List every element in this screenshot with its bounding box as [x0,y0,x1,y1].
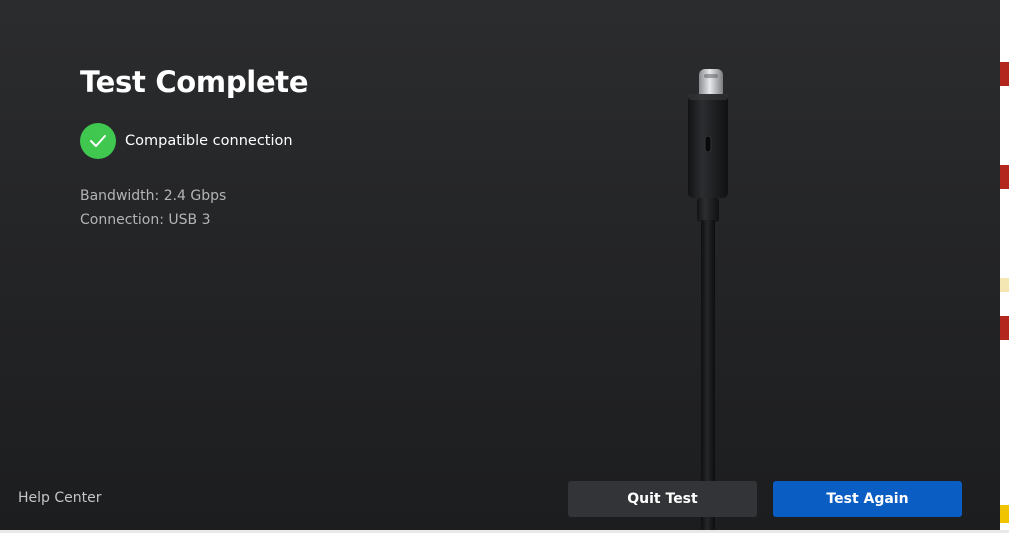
background-window [1000,0,1009,533]
page-title: Test Complete [80,65,309,99]
test-complete-dialog: Test Complete Compatible connection Band… [0,0,1000,530]
check-circle-icon [80,123,116,159]
compatibility-status: Compatible connection [80,123,293,159]
status-label: Compatible connection [125,133,293,149]
bandwidth-value: Bandwidth: 2.4 Gbps [80,188,227,204]
background-red-band [1000,62,1009,86]
connection-type-value: Connection: USB 3 [80,212,211,228]
help-center-link[interactable]: Help Center [18,490,102,506]
quit-test-button[interactable]: Quit Test [568,481,757,517]
background-highlight [1000,278,1009,292]
background-red-band [1000,316,1009,340]
test-again-button[interactable]: Test Again [773,481,962,517]
screen: Test Complete Compatible connection Band… [0,0,1009,533]
background-yellow-band [1000,505,1009,523]
usb-c-cable-illustration [688,69,728,530]
checkmark-icon [90,135,106,147]
background-red-band [1000,165,1009,189]
